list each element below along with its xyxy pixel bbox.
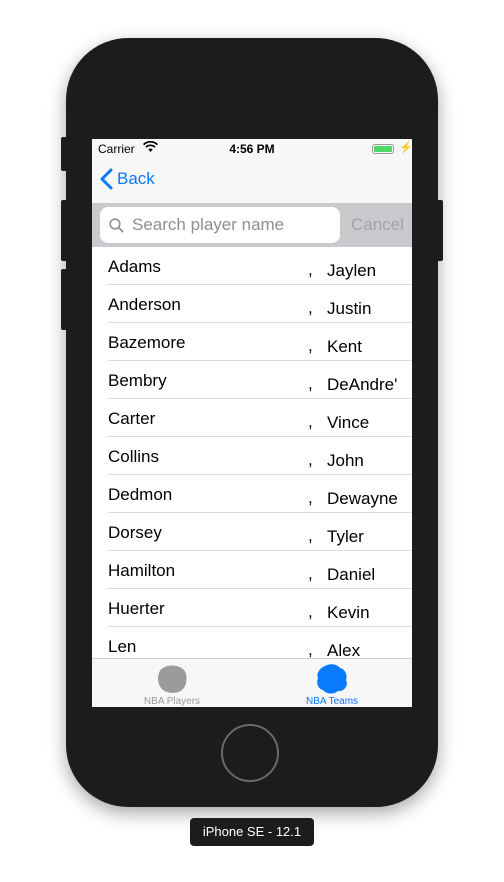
home-button[interactable] — [221, 724, 279, 782]
search-input[interactable] — [130, 214, 334, 236]
list-item[interactable]: Anderson , Justin — [92, 285, 412, 323]
search-field[interactable] — [100, 207, 340, 243]
search-bar: Cancel — [92, 203, 412, 247]
last-name: Bembry — [108, 371, 167, 390]
name-separator: , — [308, 488, 313, 507]
tab-nba-players[interactable]: NBA Players — [92, 659, 252, 707]
first-name: Kevin — [327, 603, 370, 622]
list-item[interactable]: Carter , Vince — [92, 399, 412, 437]
status-bar: Carrier 4:56 PM ⚡ — [92, 139, 412, 159]
device-label: iPhone SE - 12.1 — [190, 818, 314, 846]
name-separator: , — [308, 260, 313, 279]
search-icon — [109, 217, 124, 232]
last-name: Collins — [108, 447, 160, 466]
charging-icon: ⚡ — [399, 142, 412, 154]
first-name: John — [327, 451, 364, 470]
last-name: Anderson — [108, 295, 181, 314]
list-item[interactable]: Huerter , Kevin — [92, 589, 412, 627]
last-name: Bazemore — [108, 333, 186, 352]
chevron-left-icon — [100, 168, 113, 190]
name-separator: , — [308, 640, 313, 658]
name-separator: , — [308, 526, 313, 545]
player-list[interactable]: Adams , Jaylen Anderson , Justin Bazemor… — [92, 247, 412, 658]
app-screen: Carrier 4:56 PM ⚡ Back Cancel — [92, 139, 412, 707]
volume-up-button — [61, 200, 67, 261]
tab-nba-teams[interactable]: NBA Teams — [252, 659, 412, 707]
last-name: Hamilton — [108, 561, 176, 580]
list-item[interactable]: Bembry , DeAndre' — [92, 361, 412, 399]
navigation-bar: Back — [92, 159, 412, 203]
clock: 4:56 PM — [229, 142, 275, 156]
list-item[interactable]: Len , Alex — [92, 627, 412, 658]
battery-icon — [372, 144, 394, 154]
volume-down-button — [61, 269, 67, 330]
first-name: DeAndre' — [327, 375, 398, 394]
list-item[interactable]: Bazemore , Kent — [92, 323, 412, 361]
name-separator: , — [308, 298, 313, 317]
last-name: Dedmon — [108, 485, 173, 504]
list-item[interactable]: Hamilton , Daniel — [92, 551, 412, 589]
name-separator: , — [308, 336, 313, 355]
list-item[interactable]: Dedmon , Dewayne — [92, 475, 412, 513]
tab-label: NBA Players — [143, 696, 201, 707]
mute-switch — [61, 137, 67, 171]
basketball-player-icon — [158, 665, 187, 693]
back-button[interactable]: Back — [100, 168, 155, 190]
list-item[interactable]: Dorsey , Tyler — [92, 513, 412, 551]
first-name: Vince — [327, 413, 370, 432]
power-button — [437, 200, 443, 261]
name-separator: , — [308, 564, 313, 583]
tab-bar: NBA Players NBA Teams — [92, 658, 412, 707]
first-name: Kent — [327, 337, 362, 356]
last-name: Huerter — [108, 599, 165, 618]
tab-label: NBA Teams — [305, 696, 359, 707]
name-separator: , — [308, 450, 313, 469]
back-label: Back — [117, 169, 155, 188]
first-name: Justin — [327, 299, 372, 318]
basketball-team-icon — [317, 664, 347, 694]
first-name: Jaylen — [327, 261, 377, 280]
name-separator: , — [308, 602, 313, 621]
name-separator: , — [308, 374, 313, 393]
first-name: Alex — [327, 641, 361, 658]
first-name: Dewayne — [327, 489, 398, 508]
first-name: Daniel — [327, 565, 376, 584]
last-name: Dorsey — [108, 523, 162, 542]
last-name: Adams — [108, 257, 161, 276]
cancel-button[interactable]: Cancel — [351, 215, 404, 235]
list-item[interactable]: Adams , Jaylen — [92, 247, 412, 285]
list-item[interactable]: Collins , John — [92, 437, 412, 475]
last-name: Len — [108, 637, 137, 656]
name-separator: , — [308, 412, 313, 431]
first-name: Tyler — [327, 527, 364, 546]
last-name: Carter — [108, 409, 156, 428]
